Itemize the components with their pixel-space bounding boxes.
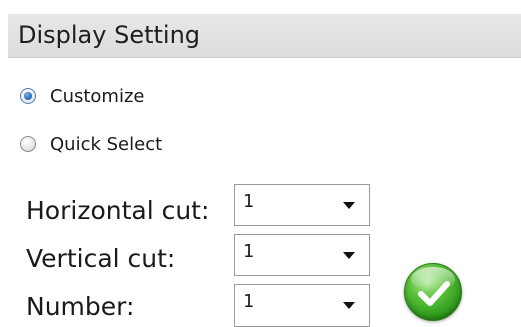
- vertical-cut-label: Vertical cut:: [26, 244, 176, 273]
- radio-customize[interactable]: Customize: [20, 84, 144, 108]
- chevron-down-icon[interactable]: [343, 252, 355, 259]
- horizontal-cut-select[interactable]: 1: [234, 184, 370, 226]
- confirm-button[interactable]: [404, 263, 462, 321]
- panel-header: Display Setting: [8, 14, 521, 58]
- horizontal-cut-label: Horizontal cut:: [26, 196, 210, 225]
- radio-quick-select[interactable]: Quick Select: [20, 132, 162, 156]
- checkmark-icon: [418, 281, 450, 306]
- horizontal-cut-value: 1: [243, 191, 254, 212]
- display-setting-panel: Display Setting Customize Quick Select H…: [0, 0, 521, 327]
- panel-title: Display Setting: [18, 21, 201, 49]
- vertical-cut-select[interactable]: 1: [234, 234, 370, 276]
- chevron-down-icon[interactable]: [343, 302, 355, 309]
- radio-label-customize: Customize: [50, 85, 145, 107]
- radio-button-quick-select-icon[interactable]: [20, 136, 36, 152]
- number-select[interactable]: 1: [234, 284, 370, 327]
- radio-label-quick-select: Quick Select: [50, 133, 163, 155]
- radio-button-customize-icon[interactable]: [20, 88, 36, 104]
- vertical-cut-value: 1: [243, 241, 254, 262]
- number-value: 1: [243, 291, 254, 312]
- number-label: Number:: [26, 292, 135, 321]
- chevron-down-icon[interactable]: [343, 202, 355, 209]
